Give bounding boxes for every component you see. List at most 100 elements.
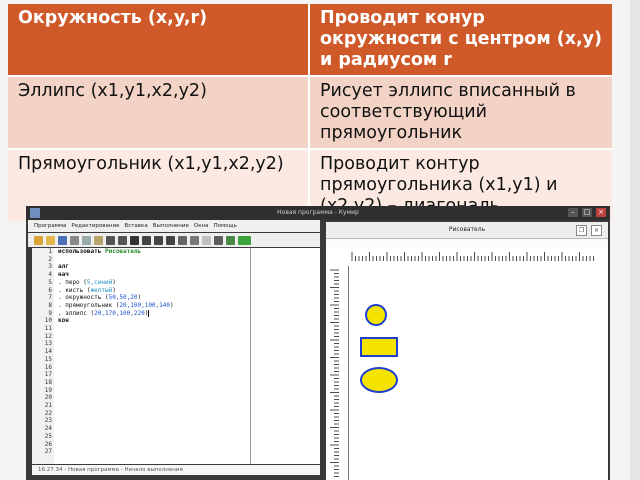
toolbar bbox=[28, 233, 320, 247]
table-cell-command: Эллипс (x1,y1,x2,y2) bbox=[8, 76, 310, 150]
menu-run[interactable]: Выполнение bbox=[153, 220, 189, 232]
pen-argument: 5,синий bbox=[86, 278, 113, 286]
line-number: 3 bbox=[48, 263, 52, 271]
pen-command: . перо bbox=[58, 278, 80, 286]
maximize-icon[interactable]: □ bbox=[582, 208, 592, 217]
line-number: 23 bbox=[44, 417, 52, 425]
line-number: 5 bbox=[48, 278, 52, 286]
line-number: 13 bbox=[44, 340, 52, 348]
window-titlebar[interactable]: Новая программа - Кумир – □ × bbox=[26, 206, 610, 220]
table-header-command: Окружность (x,y,r) bbox=[8, 4, 310, 77]
menu-windows[interactable]: Окна bbox=[194, 220, 209, 232]
editor-margin-line bbox=[250, 248, 251, 464]
new-file-icon[interactable] bbox=[34, 235, 43, 245]
code-editor[interactable]: 1 2 3 4 5 6 7 8 9 10 11 12 13 14 15 16 17 18 19 20 21 22 23 24 2… bbox=[32, 248, 320, 464]
circle-command: . окружность bbox=[58, 294, 102, 302]
paste-icon[interactable] bbox=[94, 235, 103, 245]
line-number: 25 bbox=[44, 432, 52, 440]
menu-insert[interactable]: Вставка bbox=[124, 220, 147, 232]
cut-icon[interactable] bbox=[70, 235, 79, 245]
code-line: . эллипс (20,170,100,220) bbox=[58, 309, 150, 317]
brush-command: . кисть bbox=[58, 286, 84, 294]
app-logo-icon bbox=[30, 208, 40, 218]
restore-icon[interactable]: ❐ bbox=[576, 225, 587, 236]
close-icon[interactable]: × bbox=[591, 225, 602, 236]
circle-arguments: 50,50,20 bbox=[108, 294, 138, 302]
drawn-rectangle bbox=[360, 337, 398, 357]
line-number: 4 bbox=[48, 271, 52, 279]
window-icon[interactable] bbox=[202, 235, 211, 245]
rect-arguments: 20,100,100,140 bbox=[119, 301, 170, 309]
text-cursor bbox=[148, 309, 150, 317]
painter-icon[interactable] bbox=[238, 235, 251, 245]
stop-icon[interactable] bbox=[178, 235, 187, 245]
begin-keyword: нач bbox=[58, 271, 69, 279]
line-number: 20 bbox=[44, 394, 52, 402]
table-header-row: Окружность (x,y,r) Проводит конур окружн… bbox=[8, 4, 612, 77]
line-number: 10 bbox=[44, 317, 52, 325]
code-line: . перо (5,синий) bbox=[58, 278, 116, 286]
line-number: 19 bbox=[44, 386, 52, 394]
alg-keyword: алг bbox=[58, 263, 69, 271]
robot-icon[interactable] bbox=[226, 235, 235, 245]
code-area[interactable]: использовать Рисователь алг нач . перо (… bbox=[58, 248, 248, 464]
line-number: 1 bbox=[48, 248, 52, 255]
grid-icon[interactable] bbox=[214, 235, 223, 245]
run-icon[interactable] bbox=[130, 235, 139, 245]
line-number: 22 bbox=[44, 409, 52, 417]
drawer-titlebar[interactable]: Рисователь ❐ × bbox=[326, 222, 608, 239]
end-keyword: кон bbox=[58, 317, 69, 325]
line-number: 17 bbox=[44, 371, 52, 379]
commands-table: Окружность (x,y,r) Проводит конур окружн… bbox=[8, 4, 612, 221]
open-folder-icon[interactable] bbox=[46, 235, 55, 245]
line-number: 27 bbox=[44, 448, 52, 456]
table-header-description: Проводит конур окружности с центром (x,y… bbox=[309, 4, 612, 77]
line-number: 8 bbox=[48, 301, 52, 309]
window-title: Новая программа - Кумир bbox=[277, 209, 359, 216]
drawn-circle bbox=[365, 304, 387, 326]
menu-program[interactable]: Программа bbox=[34, 220, 66, 232]
drawer-toolbar bbox=[326, 239, 608, 247]
menu-bar: Программа Редактирование Вставка Выполне… bbox=[28, 220, 320, 232]
status-bar: 16.27.34 - Новая программа - Начало выпо… bbox=[32, 465, 320, 475]
step-out-icon[interactable] bbox=[166, 235, 175, 245]
brush-argument: желтый bbox=[90, 286, 113, 294]
step-into-icon[interactable] bbox=[154, 235, 163, 245]
code-line: . прямоугольник (20,100,100,140) bbox=[58, 301, 174, 309]
table-row: Эллипс (x1,y1,x2,y2) Рисует эллипс вписа… bbox=[8, 76, 612, 150]
ellipse-arguments: 20,170,100,220 bbox=[94, 309, 145, 317]
line-number: 15 bbox=[44, 355, 52, 363]
table-cell-description: Рисует эллипс вписанный в соответствующи… bbox=[309, 76, 612, 150]
close-icon[interactable]: × bbox=[596, 208, 606, 217]
code-line: . окружность (50,50,20) bbox=[58, 294, 142, 302]
module-name: Рисователь bbox=[104, 248, 142, 255]
line-number: 11 bbox=[44, 325, 52, 332]
undo-icon[interactable] bbox=[106, 235, 115, 245]
line-number: 9 bbox=[48, 309, 52, 317]
line-number: 7 bbox=[48, 294, 52, 302]
kumir-window: Новая программа - Кумир – □ × Программа … bbox=[26, 206, 610, 480]
drawing-canvas[interactable] bbox=[348, 266, 603, 480]
redo-icon[interactable] bbox=[118, 235, 127, 245]
line-number: 18 bbox=[44, 378, 52, 386]
menu-edit[interactable]: Редактирование bbox=[71, 220, 119, 232]
line-number: 14 bbox=[44, 348, 52, 356]
use-keyword: использовать bbox=[58, 248, 102, 255]
minimize-icon[interactable]: – bbox=[568, 208, 578, 217]
drawer-window: Рисователь ❐ × bbox=[326, 222, 608, 480]
line-number: 12 bbox=[44, 332, 52, 340]
slide-edge bbox=[630, 0, 640, 480]
drawn-ellipse bbox=[360, 367, 398, 393]
step-icon[interactable] bbox=[142, 235, 151, 245]
line-number-gutter: 1 2 3 4 5 6 7 8 9 10 11 12 13 14 15 16 17 18 19 20 21 22 23 24 2… bbox=[32, 248, 54, 464]
copy-icon[interactable] bbox=[82, 235, 91, 245]
code-line: использовать Рисователь bbox=[58, 248, 141, 256]
save-icon[interactable] bbox=[58, 235, 67, 245]
status-message: 16.27.34 - Новая программа - Начало выпо… bbox=[38, 467, 183, 473]
line-number: 6 bbox=[48, 286, 52, 294]
line-number: 2 bbox=[48, 255, 52, 263]
pause-icon[interactable] bbox=[190, 235, 199, 245]
menu-help[interactable]: Помощь bbox=[214, 220, 237, 232]
left-ruler bbox=[330, 269, 339, 477]
line-number: 16 bbox=[44, 363, 52, 371]
